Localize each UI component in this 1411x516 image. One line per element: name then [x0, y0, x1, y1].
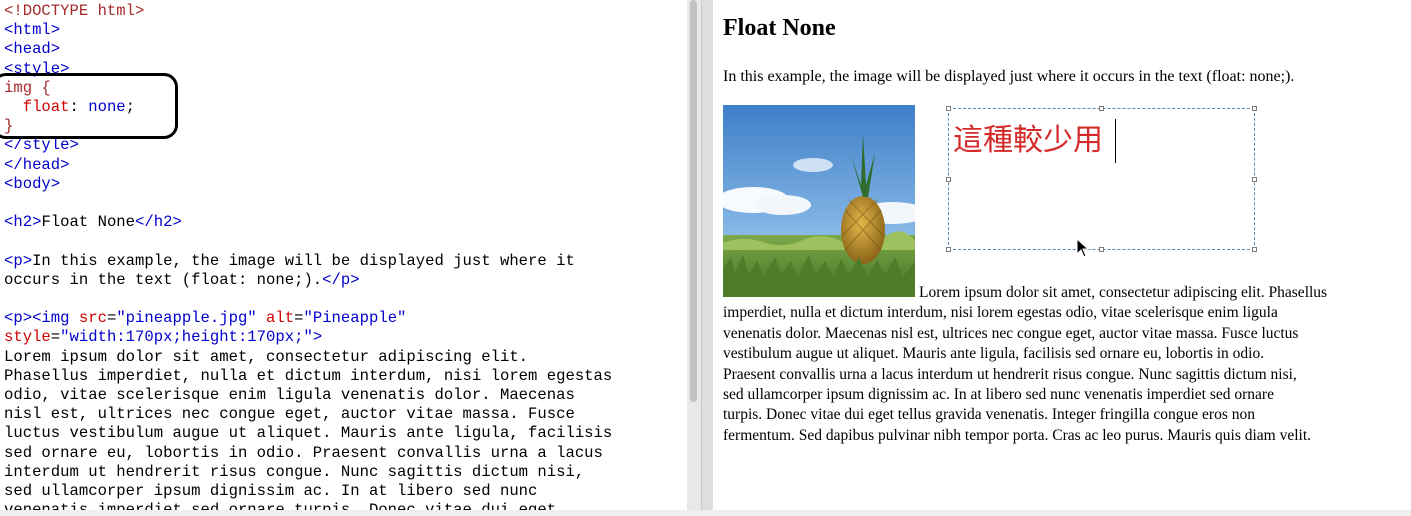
- paragraph-line-5: Praesent convallis urna a lacus interdum…: [723, 365, 1297, 383]
- code-line[interactable]: sed ornare eu, lobortis in odio. Praesen…: [4, 444, 603, 462]
- code-token: Phasellus imperdiet, nulla et dictum int…: [4, 366, 613, 385]
- mouse-pointer-icon: [1076, 237, 1090, 263]
- text-caret: [1115, 119, 1116, 163]
- code-line[interactable]: </head>: [4, 156, 70, 174]
- code-line[interactable]: </style>: [4, 136, 79, 154]
- resize-handle[interactable]: [946, 106, 951, 111]
- annotation-circle: [0, 73, 178, 139]
- code-line[interactable]: <head>: [4, 40, 60, 58]
- annotation-text[interactable]: 這種較少用: [953, 115, 1103, 159]
- code-token: <!DOCTYPE html>: [4, 2, 145, 20]
- code-line[interactable]: <html>: [4, 21, 60, 39]
- resize-handle[interactable]: [1252, 106, 1257, 111]
- code-token: style: [4, 328, 51, 347]
- code-token: </h2>: [135, 213, 182, 232]
- code-line[interactable]: <!DOCTYPE html>: [4, 2, 144, 20]
- code-token: "width:170px;height:170px;": [60, 328, 313, 347]
- code-editor-pane[interactable]: <!DOCTYPE html> <html> <head> <style> im…: [0, 0, 687, 516]
- code-token: >: [312, 328, 323, 347]
- code-token: "pineapple.jpg": [116, 309, 257, 328]
- paragraph-line-2: imperdiet, nulla et dictum interdum, nis…: [723, 304, 1278, 322]
- code-token: Float None: [41, 213, 136, 232]
- paragraph-line-1: Lorem ipsum dolor sit amet, consectetur …: [919, 284, 1328, 301]
- code-line[interactable]: interdum ut hendrerit risus congue. Nunc…: [4, 463, 584, 481]
- code-token: alt: [266, 309, 295, 328]
- pineapple-image: [723, 105, 915, 297]
- code-token: odio, vitae scelerisque enim ligula vene…: [4, 386, 575, 405]
- preview-intro-text: In this example, the image will be displ…: [723, 68, 1295, 85]
- code-token: </head>: [4, 155, 70, 174]
- code-token: luctus vestibulum augue ut aliquet. Maur…: [4, 424, 613, 443]
- paragraph-line-8: fermentum. Sed dapibus pulvinar nibh tem…: [723, 426, 1312, 444]
- code-line[interactable]: Lorem ipsum dolor sit amet, consectetur …: [4, 348, 528, 366]
- code-token: sed ornare eu, lobortis in odio. Praesen…: [4, 443, 603, 462]
- preview-pane: Float None In this example, the image wi…: [713, 0, 1411, 516]
- preview-heading: Float None: [723, 15, 836, 41]
- code-line[interactable]: sed ullamcorper ipsum dignissim ac. In a…: [4, 482, 537, 500]
- code-line[interactable]: odio, vitae scelerisque enim ligula vene…: [4, 386, 575, 404]
- code-token: <h2>: [4, 213, 42, 232]
- resize-handle[interactable]: [1099, 247, 1104, 252]
- paragraph-line-6: sed ullamcorper ipsum dignissim ac. In a…: [723, 386, 1274, 404]
- code-token: <html>: [4, 21, 61, 40]
- code-token: =: [50, 328, 61, 347]
- code-line[interactable]: <p><img src="pineapple.jpg" alt="Pineapp…: [4, 309, 406, 327]
- code-token: =: [106, 309, 117, 328]
- code-line[interactable]: luctus vestibulum augue ut aliquet. Maur…: [4, 424, 612, 442]
- code-line[interactable]: <p>In this example, the image will be di…: [4, 252, 575, 270]
- code-line[interactable]: style="width:170px;height:170px;">: [4, 328, 322, 346]
- code-token: src: [78, 309, 107, 328]
- code-token: sed ullamcorper ipsum dignissim ac. In a…: [4, 482, 538, 501]
- paragraph-line-7: turpis. Donec vitae dui eget tellus grav…: [723, 406, 1255, 424]
- code-token: <p>: [4, 251, 33, 270]
- paragraph-line-4: vestibulum augue ut aliquet. Mauris ante…: [723, 345, 1265, 363]
- code-line[interactable]: occurs in the text (float: none;).</p>: [4, 271, 360, 289]
- pane-divider[interactable]: [701, 0, 713, 516]
- editor-scrollbar[interactable]: [687, 0, 701, 516]
- code-token: </style>: [4, 136, 79, 155]
- code-line[interactable]: nisl est, ultrices nec congue eget, auct…: [4, 405, 575, 423]
- code-token: <head>: [4, 40, 61, 59]
- annotation-text-box[interactable]: 這種較少用: [946, 106, 1257, 252]
- code-token: Lorem ipsum dolor sit amet, consectetur …: [4, 347, 529, 366]
- scrollbar-thumb[interactable]: [690, 0, 697, 402]
- resize-handle[interactable]: [946, 247, 951, 252]
- code-line[interactable]: <body>: [4, 175, 60, 193]
- code-token: nisl est, ultrices nec congue eget, auct…: [4, 405, 575, 424]
- code-token: <body>: [4, 174, 61, 193]
- bottom-edge-bar: [0, 510, 1411, 516]
- resize-handle[interactable]: [1252, 247, 1257, 252]
- code-token: In this example, the image will be displ…: [32, 251, 575, 270]
- resize-handle[interactable]: [946, 177, 951, 182]
- resize-handle[interactable]: [1252, 177, 1257, 182]
- paragraph-line-3: venenatis dolor. Maecenas nisl est, ultr…: [723, 324, 1299, 342]
- code-token: <p><img: [4, 309, 79, 328]
- code-line[interactable]: <h2>Float None</h2>: [4, 213, 182, 231]
- code-token: interdum ut hendrerit risus congue. Nunc…: [4, 462, 585, 481]
- code-line[interactable]: Phasellus imperdiet, nulla et dictum int…: [4, 367, 612, 385]
- code-token: </p>: [322, 270, 360, 289]
- code-token: "Pineapple": [303, 309, 407, 328]
- resize-handle[interactable]: [1099, 106, 1104, 111]
- code-token: occurs in the text (float: none;).: [4, 270, 323, 289]
